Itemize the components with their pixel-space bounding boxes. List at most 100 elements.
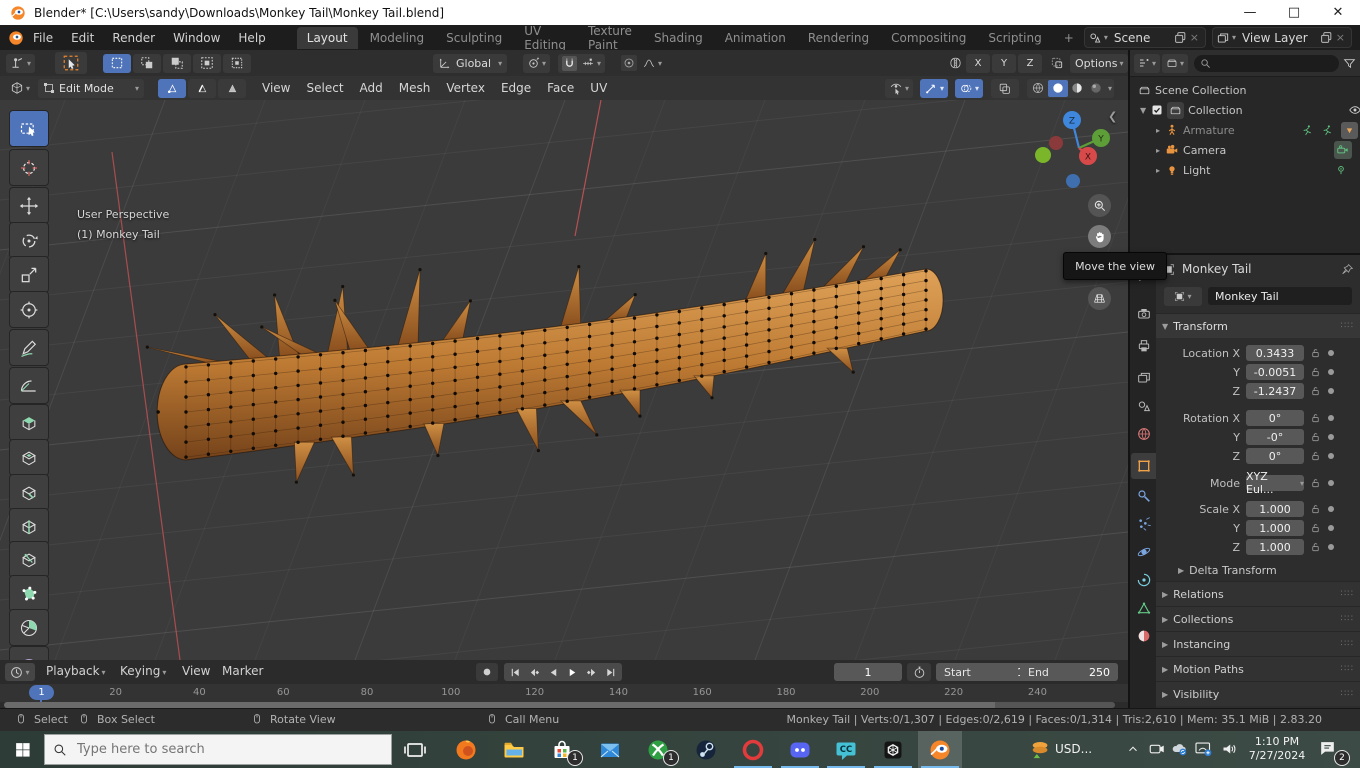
- tool-annotate-button[interactable]: [9, 329, 49, 366]
- editor-type-button[interactable]: ▾: [6, 53, 36, 73]
- tool-bevel-button[interactable]: [9, 474, 49, 511]
- mode-dropdown[interactable]: Edit Mode ▾: [38, 78, 145, 98]
- viewport-menu-select[interactable]: Select: [299, 78, 352, 98]
- transform-panel-header[interactable]: ▼ Transform ∷∷: [1156, 313, 1360, 338]
- shading-solid-icon[interactable]: [1047, 79, 1068, 97]
- maximize-button[interactable]: □: [1272, 0, 1316, 25]
- show-overlays-button[interactable]: ▾: [954, 78, 983, 98]
- zoom-view-button[interactable]: [1088, 194, 1111, 217]
- gizmo-neg-z-axis[interactable]: [1066, 174, 1080, 188]
- scale-x-field[interactable]: 1.000: [1246, 501, 1304, 517]
- lock-icon[interactable]: [1310, 386, 1321, 397]
- timeline-editor-type-button[interactable]: ▾: [5, 663, 35, 681]
- animate-dot[interactable]: [1328, 525, 1334, 531]
- cast-display-icon[interactable]: [1194, 740, 1213, 758]
- gizmo-neg-y-axis[interactable]: [1035, 147, 1051, 163]
- end-frame-field[interactable]: End 250: [1020, 663, 1118, 681]
- face-select-button[interactable]: [218, 78, 247, 98]
- mirror-butterfly-icon[interactable]: [948, 56, 963, 70]
- auto-keyframe-stopwatch-button[interactable]: [907, 663, 931, 681]
- animate-dot[interactable]: [1328, 480, 1334, 486]
- lock-icon[interactable]: [1310, 478, 1321, 489]
- tool-smooth-button[interactable]: [9, 646, 49, 660]
- expand-arrow[interactable]: ▸: [1156, 126, 1160, 135]
- taskbar-app-unity[interactable]: [871, 731, 915, 768]
- lock-icon[interactable]: [1310, 432, 1321, 443]
- tool-move-button[interactable]: [9, 187, 49, 224]
- prev-keyframe-icon[interactable]: [525, 667, 544, 678]
- lock-icon[interactable]: [1310, 542, 1321, 553]
- taskbar-app-mail[interactable]: [588, 731, 632, 768]
- rotation-z-field[interactable]: 0°: [1246, 448, 1304, 464]
- tool-inset-faces-button[interactable]: [9, 439, 49, 476]
- outliner-row-light[interactable]: ▸ Light: [1130, 160, 1360, 180]
- camera-data-icon[interactable]: [1334, 141, 1352, 159]
- new-scene-icon[interactable]: [1174, 31, 1187, 44]
- pivot-point-dropdown[interactable]: ▾: [523, 53, 551, 73]
- properties-tab-material[interactable]: [1131, 623, 1156, 649]
- viewport-menu-face[interactable]: Face: [539, 78, 582, 98]
- tray-expand-chevron-icon[interactable]: [1126, 742, 1140, 756]
- pose-action-icon[interactable]: [1301, 124, 1314, 137]
- object-visibility-dropdown[interactable]: ▾: [884, 78, 913, 98]
- workspace-tab-compositing[interactable]: Compositing: [881, 27, 976, 49]
- timeline-menu-playback[interactable]: Playback ▾: [46, 664, 106, 678]
- viewport-canvas[interactable]: [0, 100, 1128, 660]
- select-intersect-button[interactable]: [223, 53, 252, 73]
- taskbar-app-blender[interactable]: [918, 731, 962, 768]
- lock-icon[interactable]: [1310, 413, 1321, 424]
- rotation-mode-field[interactable]: XYZ Eul... ▾: [1246, 470, 1304, 496]
- lock-icon[interactable]: [1310, 451, 1321, 462]
- animate-dot[interactable]: [1328, 434, 1334, 440]
- transform-orientation-dropdown[interactable]: Global ▾: [433, 53, 508, 73]
- workspace-tab-animation[interactable]: Animation: [715, 27, 796, 49]
- edge-select-button[interactable]: [188, 78, 217, 98]
- current-frame-field[interactable]: 1: [834, 663, 902, 681]
- workspace-tab-modeling[interactable]: Modeling: [360, 27, 435, 49]
- light-data-icon[interactable]: [1334, 163, 1348, 177]
- workspace-tab-layout[interactable]: Layout: [296, 26, 358, 49]
- properties-tab-particles[interactable]: [1131, 511, 1156, 537]
- outliner-row-scene-collection[interactable]: Scene Collection: [1130, 80, 1360, 100]
- new-view-layer-icon[interactable]: [1320, 31, 1333, 44]
- expand-arrow[interactable]: ▸: [1156, 166, 1160, 175]
- location-x-field[interactable]: 0.3433: [1246, 345, 1304, 361]
- show-gizmo-button[interactable]: ▾: [919, 78, 948, 98]
- viewport-menu-uv[interactable]: UV: [582, 78, 615, 98]
- outliner-row-armature[interactable]: ▸ Armature: [1130, 120, 1360, 140]
- outliner-display-mode-dropdown[interactable]: ▾: [1134, 53, 1161, 73]
- viewport-3d[interactable]: User Perspective (1) Monkey Tail ❮ Z Y X: [0, 100, 1128, 660]
- filter-funnel-icon[interactable]: [1343, 57, 1356, 70]
- taskbar-app-firefox[interactable]: [444, 731, 488, 768]
- animate-dot[interactable]: [1328, 369, 1334, 375]
- object-id-dropdown[interactable]: ▾: [1164, 286, 1202, 306]
- animate-dot[interactable]: [1328, 350, 1334, 356]
- navigation-gizmo[interactable]: Z Y X: [1030, 104, 1126, 196]
- animate-dot[interactable]: [1328, 415, 1334, 421]
- select-invert-button[interactable]: [193, 53, 222, 73]
- rotation-y-field[interactable]: -0°: [1246, 429, 1304, 445]
- viewport-menu-add[interactable]: Add: [352, 78, 391, 98]
- tool-select-box-preview[interactable]: [55, 52, 88, 74]
- vertex-select-button[interactable]: [158, 78, 187, 98]
- collection-checkbox-icon[interactable]: [1151, 104, 1163, 116]
- shading-rendered-icon[interactable]: [1087, 81, 1106, 95]
- animate-dot[interactable]: [1328, 544, 1334, 550]
- snap-magnet-icon[interactable]: [562, 55, 577, 71]
- usd-app-label[interactable]: USD...: [1055, 742, 1092, 756]
- animate-dot[interactable]: [1328, 506, 1334, 512]
- taskbar-app-task-view[interactable]: [393, 731, 437, 768]
- lock-icon[interactable]: [1310, 523, 1321, 534]
- outliner-filter-dropdown[interactable]: ▾: [1162, 53, 1189, 73]
- workspace-tab-rendering[interactable]: Rendering: [798, 27, 879, 49]
- unlink-scene-icon[interactable]: ×: [1190, 31, 1199, 44]
- outliner-row-collection[interactable]: ▼ Collection: [1130, 100, 1360, 120]
- timeline-ruler[interactable]: 1 20 40 60 80 100 120 140 160 180 200 220 240: [0, 684, 1128, 702]
- properties-tab-constraints[interactable]: [1131, 567, 1156, 593]
- pin-icon[interactable]: [1341, 263, 1354, 276]
- menu-edit[interactable]: Edit: [62, 28, 103, 48]
- mirror-axis-y-button[interactable]: Y: [992, 53, 1016, 73]
- taskbar-app-store[interactable]: 1: [540, 731, 584, 768]
- properties-tab-physics[interactable]: [1131, 539, 1156, 565]
- notification-center-button[interactable]: 2: [1318, 739, 1350, 766]
